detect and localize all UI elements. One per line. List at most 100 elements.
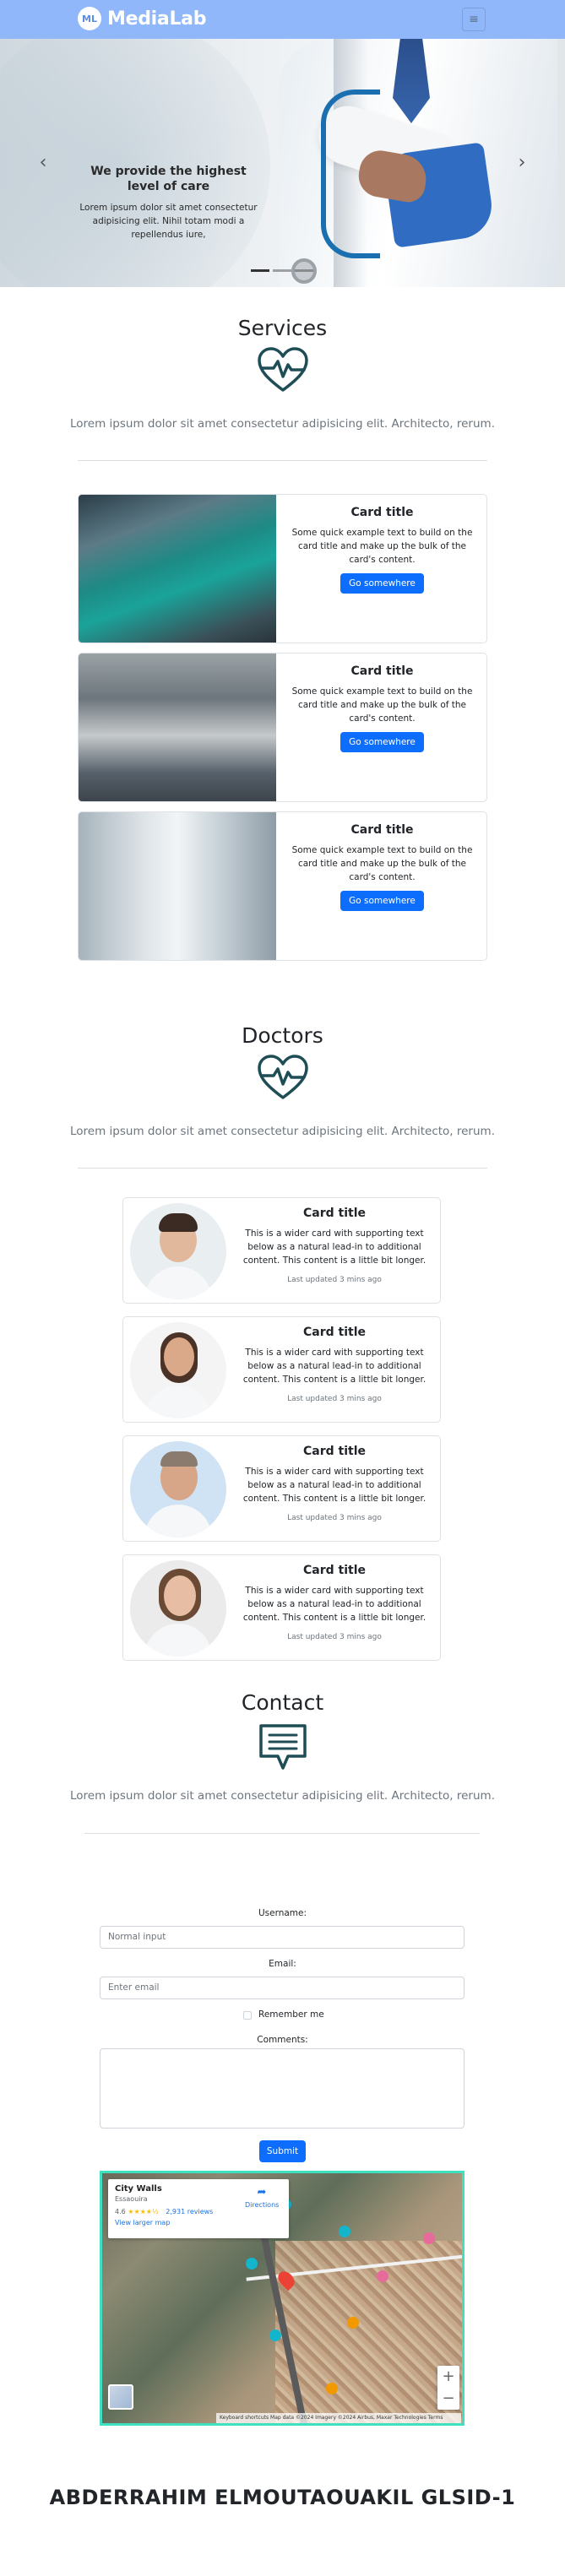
map-poi-icon[interactable] xyxy=(339,2226,350,2237)
avatar-hair xyxy=(159,1213,198,1232)
carousel-prev-icon[interactable]: ‹ xyxy=(34,154,52,172)
doctors-title: Doctors xyxy=(242,1023,323,1048)
comments-label: Comments: xyxy=(257,2035,308,2045)
carousel-indicator-3[interactable] xyxy=(295,269,313,272)
services-lede: Lorem ipsum dolor sit amet consectetur a… xyxy=(69,417,495,431)
zoom-in-button[interactable]: + xyxy=(437,2366,459,2388)
card-title: Card title xyxy=(350,823,414,837)
services-title: Services xyxy=(237,316,328,340)
map-poi-icon[interactable] xyxy=(347,2317,359,2329)
carousel-indicator-1[interactable] xyxy=(251,269,269,272)
card-body: Card title Some quick example text to bu… xyxy=(276,495,486,643)
message-icon xyxy=(259,1724,307,1770)
directions-icon: ➦ xyxy=(257,2186,267,2199)
brand-name: MediaLab xyxy=(107,8,207,30)
heartbeat-icon xyxy=(258,347,308,392)
card-body: Card title This is a wider card with sup… xyxy=(233,1317,436,1403)
divider xyxy=(84,1833,480,1834)
remember-checkbox[interactable] xyxy=(243,2011,252,2020)
avatar-coat xyxy=(144,1505,212,1537)
avatar-hair xyxy=(160,1451,198,1467)
map-place-card: City Walls Essaouira 4.6 ★★★★½ 2,931 rev… xyxy=(108,2179,289,2238)
card-text: This is a wider card with supporting tex… xyxy=(242,1467,426,1504)
service-card: Card title Some quick example text to bu… xyxy=(78,653,487,802)
doctor-card: Card title This is a wider card with sup… xyxy=(122,1316,441,1423)
email-label: Email: xyxy=(269,1959,296,1969)
comments-textarea[interactable] xyxy=(100,2048,464,2129)
card-text: Some quick example text to build on the … xyxy=(291,686,473,724)
card-title: Card title xyxy=(303,1564,366,1577)
card-updated: Last updated 3 mins ago xyxy=(287,1633,382,1641)
directions-button[interactable]: ➦ Directions xyxy=(245,2186,279,2209)
doctor-avatar xyxy=(130,1203,226,1299)
brand-link[interactable]: ML MediaLab xyxy=(78,7,206,30)
doctor-avatar xyxy=(130,1441,226,1537)
map-attribution: Keyboard shortcuts Map data ©2024 Imager… xyxy=(216,2413,461,2423)
contact-title: Contact xyxy=(241,1690,324,1715)
heartbeat-icon xyxy=(258,1055,308,1099)
map-poi-icon[interactable] xyxy=(326,2383,338,2394)
card-text: Some quick example text to build on the … xyxy=(291,528,473,565)
doctor-card: Card title This is a wider card with sup… xyxy=(122,1197,441,1304)
card-updated: Last updated 3 mins ago xyxy=(287,1395,382,1403)
service-card: Card title Some quick example text to bu… xyxy=(78,811,487,961)
go-somewhere-button[interactable]: Go somewhere xyxy=(340,573,424,594)
avatar-coat xyxy=(144,1624,212,1657)
hero-carousel: We provide the highest level of care Lor… xyxy=(0,39,565,287)
zoom-out-button[interactable]: − xyxy=(437,2388,459,2410)
avatar-coat xyxy=(144,1266,212,1299)
card-updated: Last updated 3 mins ago xyxy=(287,1276,382,1284)
card-image-lab xyxy=(79,653,276,801)
map-rating: 4.6 ★★★★½ 2,931 reviews xyxy=(115,2208,282,2215)
avatar-face xyxy=(164,1337,194,1376)
map-reviews-link[interactable]: 2,931 reviews xyxy=(166,2208,213,2215)
card-text: This is a wider card with supporting tex… xyxy=(242,1228,426,1266)
carousel-indicators xyxy=(251,269,313,272)
doctor-card: Card title This is a wider card with sup… xyxy=(122,1554,441,1661)
card-image-operating-room xyxy=(79,495,276,643)
map-zoom-control: + − xyxy=(437,2366,459,2410)
card-body: Card title Some quick example text to bu… xyxy=(276,812,486,960)
divider xyxy=(78,460,487,461)
avatar-face xyxy=(164,1575,196,1616)
service-card: Card title Some quick example text to bu… xyxy=(78,494,487,643)
map-poi-icon[interactable] xyxy=(377,2270,388,2282)
card-body: Card title This is a wider card with sup… xyxy=(233,1555,436,1641)
google-map[interactable]: City Walls Essaouira 4.6 ★★★★½ 2,931 rev… xyxy=(100,2171,464,2426)
doctors-lede: Lorem ipsum dolor sit amet consectetur a… xyxy=(69,1125,495,1138)
email-input[interactable]: Enter email xyxy=(100,1977,464,1999)
divider xyxy=(78,1168,487,1169)
doctor-avatar xyxy=(130,1322,226,1418)
map-poi-icon[interactable] xyxy=(246,2258,258,2270)
map-town-area xyxy=(275,2241,462,2423)
map-poi-icon[interactable] xyxy=(269,2329,281,2341)
go-somewhere-button[interactable]: Go somewhere xyxy=(340,891,424,911)
submit-button[interactable]: Submit xyxy=(259,2140,306,2162)
username-input[interactable]: Normal input xyxy=(100,1926,464,1949)
card-body: Card title This is a wider card with sup… xyxy=(233,1436,436,1522)
hero-title: We provide the highest level of care xyxy=(90,165,247,193)
card-title: Card title xyxy=(303,1445,366,1458)
carousel-next-icon[interactable]: › xyxy=(513,154,531,172)
go-somewhere-button[interactable]: Go somewhere xyxy=(340,732,424,752)
map-poi-icon[interactable] xyxy=(423,2232,435,2244)
contact-lede: Lorem ipsum dolor sit amet consectetur a… xyxy=(69,1789,495,1803)
username-label: Username: xyxy=(258,1908,307,1918)
rating-stars-icon: ★★★★½ xyxy=(128,2208,159,2215)
view-larger-map-link[interactable]: View larger map xyxy=(115,2219,282,2226)
map-rating-value: 4.6 xyxy=(115,2208,126,2215)
hero-caption: We provide the highest level of care Lor… xyxy=(78,164,259,241)
footer-author-name: ABDERRAHIM ELMOUTAOUAKIL GLSID-1 xyxy=(49,2486,516,2509)
stethoscope-icon xyxy=(321,89,380,258)
map-layers-button[interactable] xyxy=(108,2384,133,2410)
card-image-scientist xyxy=(79,812,276,960)
card-body: Card title Some quick example text to bu… xyxy=(276,653,486,801)
card-text: This is a wider card with supporting tex… xyxy=(242,1586,426,1623)
hero-text: Lorem ipsum dolor sit amet consectetur a… xyxy=(79,203,258,240)
carousel-indicator-2[interactable] xyxy=(273,269,291,272)
card-text: This is a wider card with supporting tex… xyxy=(242,1348,426,1385)
card-text: Some quick example text to build on the … xyxy=(291,845,473,882)
remember-label: Remember me xyxy=(258,2009,324,2020)
navbar-toggler-button[interactable]: ≡ xyxy=(462,8,486,31)
card-title: Card title xyxy=(350,506,414,519)
